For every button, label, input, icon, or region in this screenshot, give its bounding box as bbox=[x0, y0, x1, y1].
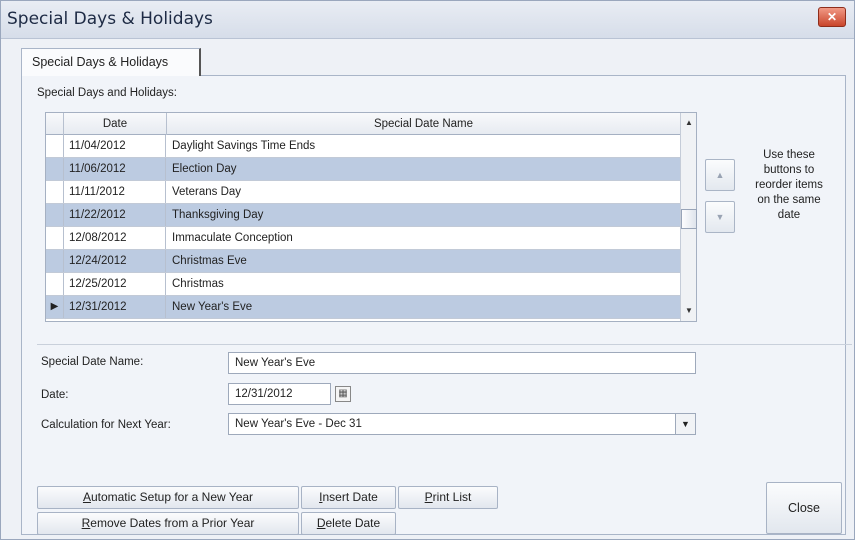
row-indicator bbox=[46, 273, 64, 295]
table-row[interactable]: 12/08/2012 Immaculate Conception bbox=[46, 227, 680, 250]
tab-special-days[interactable]: Special Days & Holidays bbox=[21, 48, 201, 76]
row-date[interactable]: 11/11/2012 bbox=[64, 181, 166, 203]
dialog-window: Special Days & Holidays ✕ Special Days &… bbox=[0, 0, 855, 540]
hint-line: reorder items bbox=[755, 179, 823, 191]
move-up-button[interactable]: ▲ bbox=[705, 159, 735, 191]
row-date[interactable]: 12/24/2012 bbox=[64, 250, 166, 272]
delete-date-button[interactable]: Delete Date bbox=[301, 512, 396, 535]
row-name[interactable]: Christmas bbox=[167, 273, 680, 295]
accelerator-key: R bbox=[81, 516, 91, 530]
special-date-name-label: Special Date Name: bbox=[41, 356, 144, 368]
title-bar[interactable]: Special Days & Holidays ✕ bbox=[1, 1, 854, 39]
move-down-button[interactable]: ▼ bbox=[705, 201, 735, 233]
row-name[interactable]: Immaculate Conception bbox=[167, 227, 680, 249]
row-indicator bbox=[46, 135, 64, 157]
date-label: Date: bbox=[41, 389, 69, 401]
row-indicator bbox=[46, 158, 64, 180]
button-label: utomatic Setup for a New Year bbox=[90, 490, 254, 504]
button-label: nsert Date bbox=[322, 490, 378, 504]
button-label: emove Dates from a Prior Year bbox=[90, 516, 255, 530]
list-label: Special Days and Holidays: bbox=[37, 87, 177, 99]
calculation-dropdown[interactable]: New Year's Eve - Dec 31 ▼ bbox=[228, 413, 696, 435]
scroll-thumb[interactable] bbox=[681, 209, 697, 229]
special-date-name-field[interactable]: New Year's Eve bbox=[228, 352, 696, 374]
row-name[interactable]: New Year's Eve bbox=[167, 296, 680, 318]
table-row[interactable]: 11/06/2012 Election Day bbox=[46, 158, 680, 181]
row-date[interactable]: 11/06/2012 bbox=[64, 158, 166, 180]
table-row[interactable]: 11/22/2012 Thanksgiving Day bbox=[46, 204, 680, 227]
holidays-grid: Date Special Date Name 11/04/2012 Daylig… bbox=[45, 112, 697, 322]
accelerator-key: A bbox=[82, 490, 91, 504]
current-row-arrow-icon: ▶ bbox=[46, 296, 64, 318]
row-indicator bbox=[46, 227, 64, 249]
row-name[interactable]: Daylight Savings Time Ends bbox=[167, 135, 680, 157]
table-row-selected[interactable]: ▶ 12/31/2012 New Year's Eve bbox=[46, 296, 680, 319]
scroll-up-icon[interactable]: ▲ bbox=[681, 115, 697, 131]
hint-line: on the same bbox=[757, 194, 821, 206]
row-date[interactable]: 12/31/2012 bbox=[64, 296, 166, 318]
close-button[interactable]: Close bbox=[766, 482, 842, 534]
row-name[interactable]: Thanksgiving Day bbox=[167, 204, 680, 226]
separator bbox=[37, 344, 852, 345]
table-row[interactable]: 11/11/2012 Veterans Day bbox=[46, 181, 680, 204]
hint-line: Use these bbox=[763, 149, 815, 161]
row-date[interactable]: 11/04/2012 bbox=[64, 135, 166, 157]
automatic-setup-button[interactable]: Automatic Setup for a New Year bbox=[37, 486, 299, 509]
hint-line: date bbox=[777, 209, 801, 221]
print-list-button[interactable]: Print List bbox=[398, 486, 498, 509]
table-row[interactable]: 11/04/2012 Daylight Savings Time Ends bbox=[46, 135, 680, 158]
row-indicator bbox=[46, 250, 64, 272]
chevron-down-icon[interactable]: ▼ bbox=[675, 414, 695, 434]
accelerator-key: P bbox=[424, 490, 433, 504]
row-date[interactable]: 11/22/2012 bbox=[64, 204, 166, 226]
vertical-scrollbar[interactable]: ▲ ▼ bbox=[680, 113, 697, 321]
calculation-value: New Year's Eve - Dec 31 bbox=[235, 418, 362, 430]
row-indicator bbox=[46, 181, 64, 203]
calculation-label: Calculation for Next Year: bbox=[41, 419, 171, 431]
reorder-hint: Use these buttons to reorder items on th… bbox=[740, 148, 838, 223]
remove-dates-button[interactable]: Remove Dates from a Prior Year bbox=[37, 512, 299, 535]
grid-header: Date Special Date Name bbox=[46, 113, 680, 135]
row-indicator bbox=[46, 204, 64, 226]
row-name[interactable]: Election Day bbox=[167, 158, 680, 180]
insert-date-button[interactable]: Insert Date bbox=[301, 486, 396, 509]
row-date[interactable]: 12/25/2012 bbox=[64, 273, 166, 295]
row-date[interactable]: 12/08/2012 bbox=[64, 227, 166, 249]
column-header-date[interactable]: Date bbox=[64, 113, 167, 135]
scroll-down-icon[interactable]: ▼ bbox=[681, 303, 697, 319]
button-label: elete Date bbox=[325, 516, 381, 530]
close-icon[interactable]: ✕ bbox=[818, 7, 846, 27]
table-row[interactable]: 12/24/2012 Christmas Eve bbox=[46, 250, 680, 273]
calendar-icon[interactable]: ▦ bbox=[335, 386, 351, 402]
column-header-name[interactable]: Special Date Name bbox=[167, 113, 680, 135]
hint-line: buttons to bbox=[763, 164, 815, 176]
row-name[interactable]: Christmas Eve bbox=[167, 250, 680, 272]
button-label: rint List bbox=[432, 490, 472, 504]
window-title: Special Days & Holidays bbox=[7, 9, 213, 29]
table-row[interactable]: 12/25/2012 Christmas bbox=[46, 273, 680, 296]
date-field[interactable]: 12/31/2012 bbox=[228, 383, 331, 405]
row-indicator-header bbox=[46, 113, 64, 135]
row-name[interactable]: Veterans Day bbox=[167, 181, 680, 203]
